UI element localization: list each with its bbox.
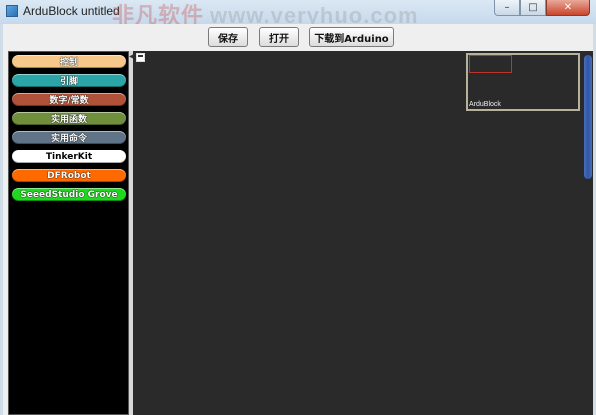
- maximize-icon: □: [528, 2, 538, 13]
- app-frame: 保存 打开 下载到Arduino 控制 引脚 数字/常数 实用函数 实用命令 T…: [3, 24, 593, 415]
- title-bar: ArduBlock untitled 非凡软件 www.veryhuo.com –…: [0, 0, 596, 28]
- window-title: ArduBlock untitled: [23, 4, 120, 18]
- scrollbar-thumb[interactable]: [584, 55, 592, 179]
- category-utility-commands[interactable]: 实用命令: [12, 131, 126, 144]
- app-icon: [6, 5, 18, 17]
- block-palette: 控制 引脚 数字/常数 实用函数 实用命令 TinkerKit DFRobot …: [8, 51, 129, 415]
- upload-to-arduino-button[interactable]: 下载到Arduino: [309, 27, 394, 47]
- save-button[interactable]: 保存: [208, 27, 248, 47]
- open-button[interactable]: 打开: [259, 27, 299, 47]
- window-controls: – □ ✕: [494, 0, 590, 18]
- category-pins[interactable]: 引脚: [12, 74, 126, 87]
- workspace-menu-icon[interactable]: [136, 53, 145, 62]
- category-numbers-constants[interactable]: 数字/常数: [12, 93, 126, 106]
- minimap-viewport[interactable]: [469, 55, 512, 73]
- close-icon: ✕: [563, 2, 573, 13]
- workspace-vertical-scrollbar[interactable]: [584, 55, 592, 415]
- minimize-icon: –: [504, 2, 510, 13]
- category-utility-functions[interactable]: 实用函数: [12, 112, 126, 125]
- category-seeedstudio-grove[interactable]: SeeedStudio Grove: [12, 188, 126, 201]
- minimap-label: ArduBlock: [469, 101, 501, 108]
- category-tinkerkit[interactable]: TinkerKit: [12, 150, 126, 163]
- category-dfrobot[interactable]: DFRobot: [12, 169, 126, 182]
- category-control[interactable]: 控制: [12, 55, 126, 68]
- block-workspace[interactable]: ArduBlock: [133, 51, 593, 415]
- workspace-minimap[interactable]: ArduBlock: [466, 53, 580, 111]
- toolbar: 保存 打开 下载到Arduino: [3, 24, 593, 50]
- minimize-button[interactable]: –: [494, 0, 520, 16]
- close-button[interactable]: ✕: [546, 0, 590, 16]
- maximize-button[interactable]: □: [520, 0, 546, 16]
